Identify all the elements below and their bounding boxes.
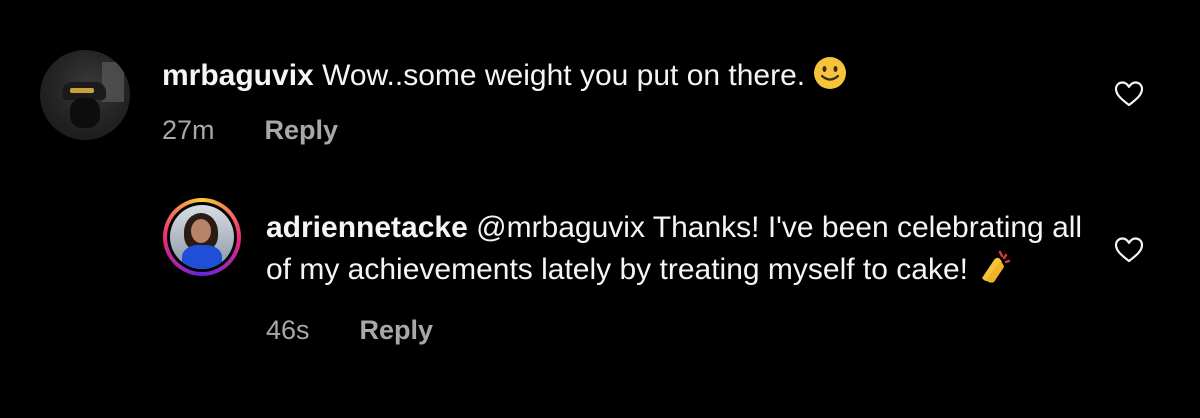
comment-body: adriennetacke @mrbaguvix Thanks! I've be… <box>266 208 1086 346</box>
avatar-photo-hat-logo <box>70 88 94 93</box>
heart-icon[interactable] <box>1113 234 1145 266</box>
story-ring-gap <box>167 202 237 272</box>
comment-timestamp: 27m <box>162 115 215 145</box>
reply-comment: adriennetacke @mrbaguvix Thanks! I've be… <box>163 198 1163 346</box>
comment-username[interactable]: mrbaguvix <box>162 59 314 92</box>
comment-body: mrbaguvix Wow..some weight you put on th… <box>162 56 847 146</box>
heart-icon[interactable] <box>1113 78 1145 110</box>
mention-link[interactable]: @mrbaguvix <box>476 211 645 244</box>
avatar[interactable] <box>40 50 130 140</box>
slightly-smiling-face-emoji <box>813 56 847 101</box>
comment-text: Wow..some weight you put on there. <box>322 59 806 92</box>
avatar-photo-face <box>70 98 100 128</box>
story-ring[interactable] <box>163 198 241 276</box>
comment-meta: 46s Reply <box>266 315 1086 346</box>
comment-text-line: mrbaguvix Wow..some weight you put on th… <box>162 56 847 101</box>
comment-timestamp: 46s <box>266 315 310 345</box>
comment-username[interactable]: adriennetacke <box>266 211 468 244</box>
avatar-photo-face <box>191 219 211 243</box>
avatar <box>170 205 234 269</box>
reply-button[interactable]: Reply <box>360 315 434 346</box>
reply-button[interactable]: Reply <box>265 115 339 146</box>
comment-meta: 27m Reply <box>162 115 847 146</box>
comment: mrbaguvix Wow..some weight you put on th… <box>40 50 1160 146</box>
avatar-photo-dress <box>182 245 222 269</box>
comment-text-block: adriennetacke @mrbaguvix Thanks! I've be… <box>266 208 1086 295</box>
clapping-hands-emoji <box>976 248 1012 295</box>
